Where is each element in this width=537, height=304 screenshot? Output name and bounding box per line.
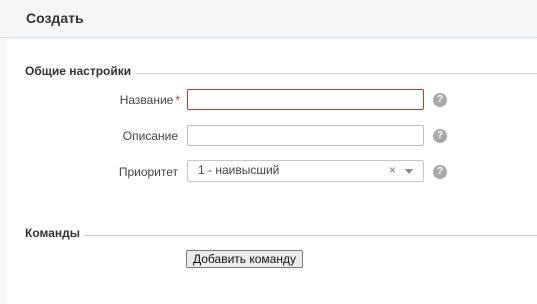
priority-help-icon[interactable]: ? xyxy=(433,165,447,179)
name-label: Название * xyxy=(80,93,180,107)
name-help-icon[interactable]: ? xyxy=(433,93,447,107)
priority-selected-value: 1 - наивысший xyxy=(198,163,280,177)
priority-select[interactable]: 1 - наивысший × xyxy=(187,160,424,182)
dialog-header: Создать xyxy=(0,0,537,38)
name-input[interactable] xyxy=(187,89,424,110)
left-edge-panel xyxy=(0,38,6,304)
dropdown-arrow-icon[interactable] xyxy=(405,169,413,174)
name-label-text: Название xyxy=(119,93,174,107)
commands-section-divider xyxy=(26,235,537,236)
clear-selection-icon[interactable]: × xyxy=(389,163,396,177)
add-command-button[interactable]: Добавить команду xyxy=(186,250,303,268)
description-input[interactable] xyxy=(187,125,424,146)
general-section-legend: Общие настройки xyxy=(25,64,136,78)
dialog-title: Создать xyxy=(26,10,84,26)
priority-label: Приоритет xyxy=(118,165,178,179)
description-label: Описание xyxy=(122,129,178,143)
description-help-icon[interactable]: ? xyxy=(433,129,447,143)
required-marker: * xyxy=(175,93,180,107)
commands-section-legend: Команды xyxy=(25,226,85,240)
